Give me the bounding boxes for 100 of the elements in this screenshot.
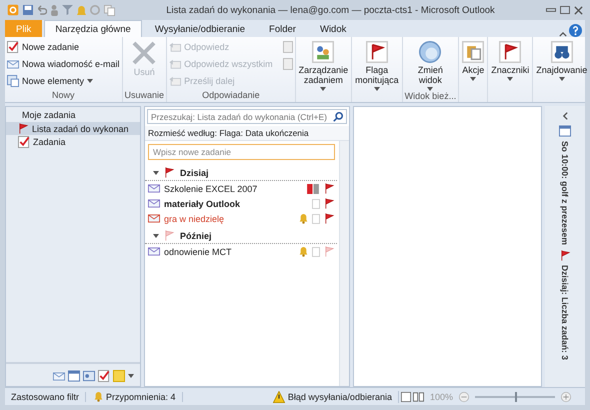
undo-icon bbox=[37, 5, 47, 15]
task-request-icon bbox=[148, 199, 160, 208]
document-icon bbox=[282, 58, 293, 70]
ribbon-tab[interactable]: Wysyłanie/odbieranie bbox=[144, 20, 256, 37]
flag-icon bbox=[164, 230, 175, 241]
status-reminders[interactable]: Przypomnienia: 4 bbox=[88, 392, 183, 402]
status-error[interactable]: Błąd wysyłania/odbierania bbox=[266, 390, 399, 402]
task-icon bbox=[7, 41, 19, 53]
group-label: Nowy bbox=[51, 90, 76, 102]
task-subject[interactable]: materiały Outlook bbox=[164, 198, 308, 208]
scrollbar[interactable] bbox=[339, 141, 349, 386]
close-icon bbox=[574, 6, 583, 14]
new-items-icon bbox=[7, 75, 19, 87]
ribbon-tab[interactable]: Folder bbox=[258, 20, 307, 37]
group-title: Później bbox=[180, 230, 212, 240]
reply-icon bbox=[169, 76, 182, 86]
ribbon-button[interactable]: Znajdowanie bbox=[535, 39, 588, 90]
task-icon bbox=[98, 370, 110, 382]
todo-bar-text[interactable]: Dzisiaj: Liczba zadań: 3 bbox=[560, 264, 570, 360]
view-icon bbox=[419, 41, 442, 63]
task-people-icon bbox=[312, 41, 334, 63]
flag-icon bbox=[324, 198, 335, 209]
ribbon-button[interactable]: Akcje bbox=[461, 39, 486, 90]
caret-icon bbox=[128, 374, 134, 378]
group-label: Odpowiadanie bbox=[201, 90, 261, 102]
binoculars-icon bbox=[550, 41, 573, 63]
bell-icon bbox=[77, 6, 86, 14]
checkbox-icon bbox=[312, 246, 320, 256]
flag-icon bbox=[499, 41, 522, 63]
ribbon-button[interactable]: Znaczniki bbox=[490, 39, 530, 90]
person-icon bbox=[51, 4, 58, 16]
copy-icon bbox=[104, 4, 115, 16]
zoom-out-icon bbox=[459, 392, 469, 402]
search-icon bbox=[333, 112, 343, 122]
group-header[interactable]: Dzisiaj bbox=[145, 163, 337, 181]
group-label: Usuwanie bbox=[124, 90, 164, 102]
group-label: Widok bież... bbox=[404, 91, 456, 102]
ribbon-button[interactable]: Zarządzanie zadaniem bbox=[298, 39, 350, 91]
calendar-icon bbox=[559, 125, 571, 137]
circle-icon bbox=[90, 5, 100, 15]
flag-icon bbox=[324, 183, 335, 194]
arrange-by-header[interactable]: Rozmieść według: Flaga: Data ukończenia bbox=[145, 126, 349, 141]
reading-view-icon bbox=[412, 392, 424, 402]
nav-header[interactable]: Moje zadania bbox=[6, 107, 140, 122]
delete-icon bbox=[132, 41, 156, 65]
task-request-icon bbox=[148, 184, 160, 193]
filter-icon bbox=[62, 5, 73, 15]
chevron-icon bbox=[562, 112, 568, 120]
window-title: Lista zadań do wykonania — lena@go.com — poczta-cts1 - Microsoft Outlook bbox=[165, 4, 496, 16]
checkbox-icon bbox=[312, 214, 320, 224]
reply-icon bbox=[169, 59, 182, 69]
reply-icon bbox=[169, 42, 182, 52]
bell-icon bbox=[94, 392, 104, 402]
folder-item[interactable]: Zadania bbox=[6, 135, 140, 149]
flag-icon bbox=[560, 250, 570, 261]
ribbon-button[interactable] bbox=[282, 39, 293, 55]
help-icon bbox=[569, 24, 582, 37]
normal-view-icon bbox=[400, 392, 411, 402]
ribbon-tab[interactable]: Widok bbox=[308, 20, 358, 37]
folder-item[interactable]: Lista zadań do wykonan bbox=[6, 122, 140, 135]
new-task-field[interactable]: Wpisz nowe zadanie bbox=[148, 144, 335, 160]
warning-icon bbox=[272, 390, 285, 402]
status-filter: Zastosowano filtr bbox=[5, 392, 86, 402]
caret-icon bbox=[153, 234, 159, 238]
ribbon-button[interactable] bbox=[282, 56, 293, 72]
flag-icon bbox=[366, 41, 388, 63]
zoom-level: 100% bbox=[428, 392, 454, 402]
mail-icon bbox=[53, 372, 65, 380]
ribbon-tab[interactable]: Narzędzia główne bbox=[44, 20, 142, 37]
save-icon bbox=[23, 5, 33, 15]
contact-card-icon bbox=[83, 370, 95, 382]
ribbon-button[interactable]: Zmień widok bbox=[404, 39, 456, 91]
task-subject[interactable]: odnowienie MCT bbox=[164, 246, 295, 256]
ribbon-button[interactable]: Flaga monitująca bbox=[354, 39, 400, 91]
caret-icon bbox=[153, 170, 159, 174]
task-subject[interactable]: Szkolenie EXCEL 2007 bbox=[164, 184, 302, 194]
task-request-icon bbox=[148, 247, 160, 256]
group-title: Dzisiaj bbox=[180, 168, 209, 178]
checkbox-icon bbox=[312, 198, 320, 208]
flag-icon bbox=[18, 123, 29, 134]
document-icon bbox=[282, 41, 293, 53]
minimize-icon bbox=[546, 8, 556, 12]
category-icon bbox=[306, 184, 320, 194]
ribbon-button[interactable]: Nowe elementy bbox=[7, 73, 120, 89]
clipboard-icon bbox=[462, 41, 484, 63]
task-subject[interactable]: gra w niedzielę bbox=[164, 214, 295, 224]
calendar-icon bbox=[68, 370, 80, 382]
task-request-icon bbox=[148, 214, 160, 223]
group-header[interactable]: Później bbox=[145, 226, 337, 244]
flag-icon bbox=[164, 167, 175, 178]
restore-icon bbox=[560, 6, 570, 14]
todo-bar-text[interactable]: So 10:00: golf z prezesem bbox=[560, 141, 570, 245]
new-mail-icon bbox=[7, 60, 19, 68]
collapse-ribbon-icon bbox=[559, 32, 567, 37]
ribbon-button[interactable]: Nowe zadanie bbox=[7, 39, 120, 55]
flag-icon bbox=[324, 246, 335, 257]
flag-icon bbox=[324, 213, 335, 224]
ribbon-button[interactable]: Nowa wiadomość e-mail bbox=[7, 56, 120, 72]
search-field[interactable]: Przeszukaj: Lista zadań do wykonania (Ctrl+E) bbox=[147, 109, 347, 124]
bell-icon bbox=[299, 246, 308, 256]
